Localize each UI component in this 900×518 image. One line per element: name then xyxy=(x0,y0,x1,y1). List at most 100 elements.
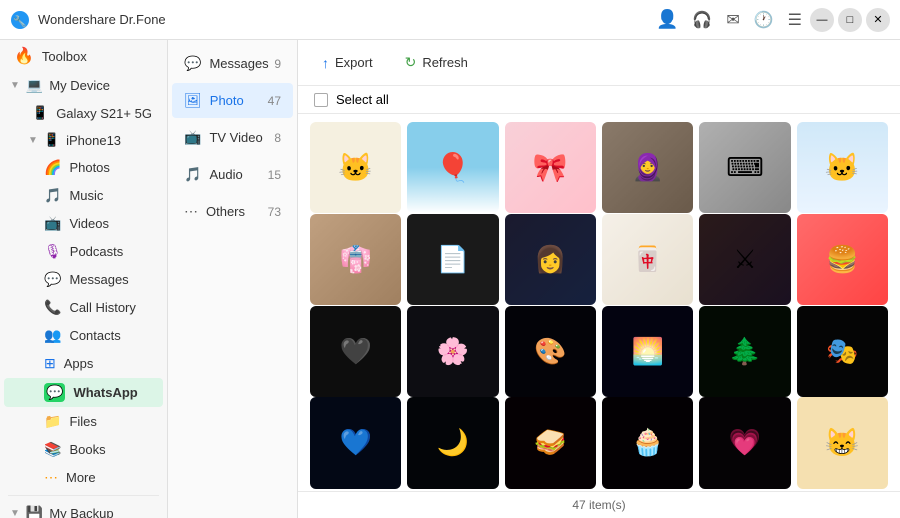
photo-thumbnail: ⌨ xyxy=(699,122,790,213)
call-history-label: Call History xyxy=(69,300,153,315)
sidebar-my-device[interactable]: ▼ 💻 My Device xyxy=(0,72,167,99)
whatsapp-icon: 💬 xyxy=(44,383,65,402)
more-label: More xyxy=(66,470,153,485)
photo-thumbnail: 🎈 xyxy=(407,122,498,213)
photo-cell[interactable]: 🧁 xyxy=(602,397,693,488)
iphone13-arrow-icon: ▼ xyxy=(28,135,38,146)
photo-thumbnail: 💙 xyxy=(310,397,401,488)
photo-cell[interactable]: 👩 xyxy=(505,214,596,305)
photo-cell[interactable]: 🌙 xyxy=(407,397,498,488)
books-label: Books xyxy=(69,442,153,457)
tv-video-count: 8 xyxy=(274,131,281,145)
audio-count: 15 xyxy=(268,168,281,182)
photo-cell[interactable]: 🎭 xyxy=(797,306,888,397)
close-button[interactable]: ✕ xyxy=(866,8,890,32)
export-icon: ↑ xyxy=(322,55,329,71)
photo-cell[interactable]: 😸 xyxy=(797,397,888,488)
sidebar-item-books[interactable]: 📚 Books xyxy=(4,436,163,463)
iphone13-label: iPhone13 xyxy=(66,133,121,148)
videos-label: Videos xyxy=(69,216,153,231)
sidebar-item-podcasts[interactable]: 🎙 Podcasts xyxy=(4,238,163,265)
sidebar-item-galaxy[interactable]: 📱 Galaxy S21+ 5G xyxy=(4,100,163,126)
photo-cell[interactable]: 🌅 xyxy=(602,306,693,397)
photo-cell[interactable]: 🧕 xyxy=(602,122,693,213)
export-button[interactable]: ↑ Export xyxy=(314,51,381,75)
photo-cell[interactable]: 👘 xyxy=(310,214,401,305)
sidebar-my-backup[interactable]: ▼ 💾 My Backup xyxy=(0,500,167,518)
refresh-button[interactable]: ↻ Refresh xyxy=(397,50,476,75)
titlebar-icons: 👤 🎧 ✉ 🕐 ☰ xyxy=(656,9,802,30)
photo-thumbnail: 🧁 xyxy=(602,397,693,488)
sidebar-item-call-history[interactable]: 📞 Call History xyxy=(4,294,163,321)
photo-cell[interactable]: 🀄 xyxy=(602,214,693,305)
sidebar-item-videos[interactable]: 📺 Videos xyxy=(4,210,163,237)
item-count: 47 item(s) xyxy=(572,498,625,512)
photo-cell[interactable]: 🍔 xyxy=(797,214,888,305)
podcasts-label: Podcasts xyxy=(70,244,153,259)
svg-text:🔧: 🔧 xyxy=(13,14,27,28)
middle-item-others[interactable]: ⋯ Others 73 xyxy=(172,194,293,229)
photo-media-icon: 🖼 xyxy=(184,92,202,109)
call-history-icon: 📞 xyxy=(44,299,61,316)
my-device-label: My Device xyxy=(49,78,110,93)
mail-icon[interactable]: ✉ xyxy=(726,10,739,30)
galaxy-label: Galaxy S21+ 5G xyxy=(56,106,153,121)
photo-grid: 🐱🎈🎀🧕⌨🐱👘📄👩🀄⚔🍔🖤🌸🎨🌅🌲🎭💙🌙🥪🧁💗😸 xyxy=(298,114,900,491)
photo-thumbnail: 😸 xyxy=(797,397,888,488)
others-count: 73 xyxy=(268,205,281,219)
photo-cell[interactable]: 🥪 xyxy=(505,397,596,488)
sidebar-item-photos[interactable]: 🌈 Photos xyxy=(4,154,163,181)
sidebar-item-music[interactable]: 🎵 Music xyxy=(4,182,163,209)
history-icon[interactable]: 🕐 xyxy=(754,10,774,30)
sidebar: 🔥 Toolbox ▼ 💻 My Device 📱 Galaxy S21+ 5G… xyxy=(0,40,168,518)
photo-label: Photo xyxy=(210,93,244,108)
photo-thumbnail: 🎨 xyxy=(505,306,596,397)
sidebar-item-contacts[interactable]: 👥 Contacts xyxy=(4,322,163,349)
photo-cell[interactable]: 🌸 xyxy=(407,306,498,397)
main-layout: 🔥 Toolbox ▼ 💻 My Device 📱 Galaxy S21+ 5G… xyxy=(0,40,900,518)
user-icon[interactable]: 👤 xyxy=(656,9,678,30)
audio-label: Audio xyxy=(209,167,242,182)
sidebar-item-toolbox[interactable]: 🔥 Toolbox xyxy=(4,41,163,71)
photo-cell[interactable]: 🐱 xyxy=(797,122,888,213)
menu-icon[interactable]: ☰ xyxy=(788,10,802,30)
phone-icon: 📱 xyxy=(32,105,48,121)
photo-cell[interactable]: 🎈 xyxy=(407,122,498,213)
music-icon: 🎵 xyxy=(44,187,61,204)
photo-cell[interactable]: 🐱 xyxy=(310,122,401,213)
messages-icon: 💬 xyxy=(44,271,61,288)
middle-panel: 💬 Messages 9 🖼 Photo 47 📺 TV Video 8 🎵 A… xyxy=(168,40,298,518)
select-all-checkbox[interactable] xyxy=(314,93,328,107)
sidebar-item-messages[interactable]: 💬 Messages xyxy=(4,266,163,293)
sidebar-item-more[interactable]: ⋯ More xyxy=(4,464,163,491)
photo-cell[interactable]: 💗 xyxy=(699,397,790,488)
minimize-button[interactable]: — xyxy=(810,8,834,32)
toolbox-icon: 🔥 xyxy=(14,46,34,66)
middle-item-photo[interactable]: 🖼 Photo 47 xyxy=(172,83,293,118)
headphone-icon[interactable]: 🎧 xyxy=(692,10,712,30)
photo-thumbnail: 📄 xyxy=(407,214,498,305)
audio-icon: 🎵 xyxy=(184,166,201,183)
photo-cell[interactable]: ⚔ xyxy=(699,214,790,305)
photo-cell[interactable]: 🎀 xyxy=(505,122,596,213)
sidebar-item-apps[interactable]: ⊞ Apps xyxy=(4,350,163,377)
photo-cell[interactable]: 🌲 xyxy=(699,306,790,397)
photo-cell[interactable]: 💙 xyxy=(310,397,401,488)
maximize-button[interactable]: □ xyxy=(838,8,862,32)
middle-item-messages[interactable]: 💬 Messages 9 xyxy=(172,46,293,81)
photo-cell[interactable]: ⌨ xyxy=(699,122,790,213)
content-area: ↑ Export ↻ Refresh Select all 🐱🎈🎀🧕⌨🐱👘📄👩🀄… xyxy=(298,40,900,518)
content-toolbar: ↑ Export ↻ Refresh xyxy=(298,40,900,86)
sidebar-iphone13[interactable]: ▼ 📱 iPhone13 xyxy=(0,127,167,153)
photo-cell[interactable]: 🎨 xyxy=(505,306,596,397)
sidebar-item-files[interactable]: 📁 Files xyxy=(4,408,163,435)
middle-item-tv-video[interactable]: 📺 TV Video 8 xyxy=(172,120,293,155)
photo-cell[interactable]: 📄 xyxy=(407,214,498,305)
sidebar-item-whatsapp[interactable]: 💬 WhatsApp xyxy=(4,378,163,407)
photo-thumbnail: 🎀 xyxy=(505,122,596,213)
refresh-label: Refresh xyxy=(422,55,468,70)
middle-item-audio[interactable]: 🎵 Audio 15 xyxy=(172,157,293,192)
tv-video-label: TV Video xyxy=(209,130,262,145)
photo-cell[interactable]: 🖤 xyxy=(310,306,401,397)
books-icon: 📚 xyxy=(44,441,61,458)
